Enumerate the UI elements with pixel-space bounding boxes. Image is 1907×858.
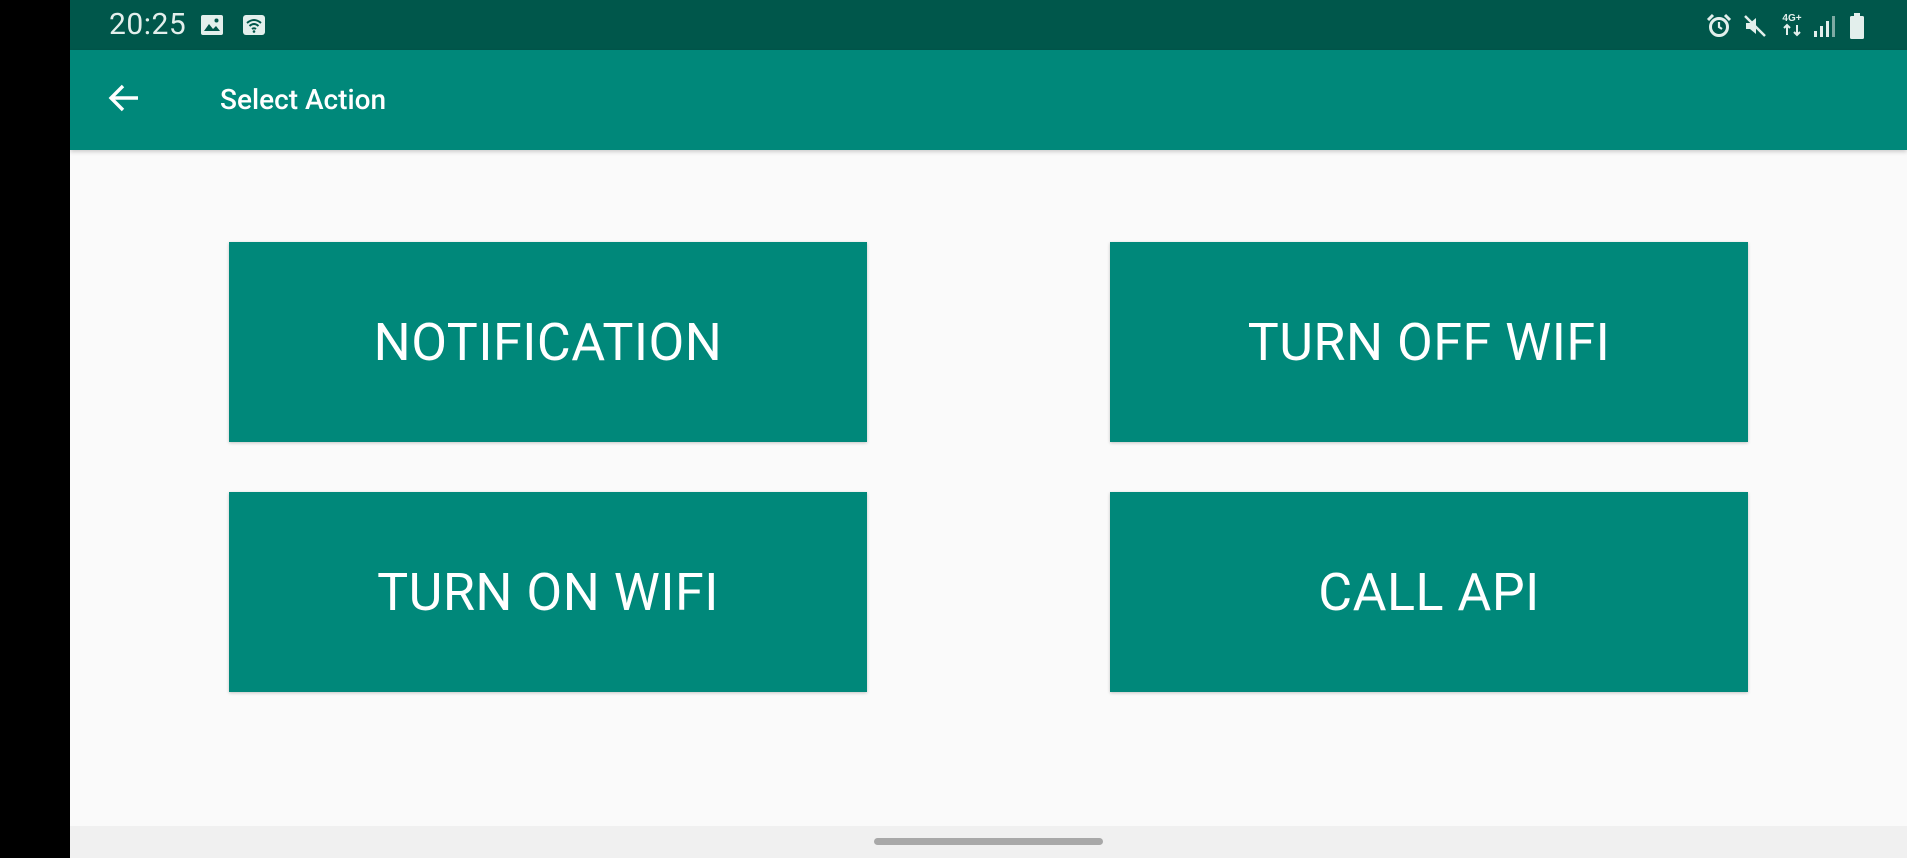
battery-icon	[1848, 13, 1866, 45]
arrow-back-icon	[106, 80, 142, 120]
turn-off-wifi-button[interactable]: TURN OFF WIFI	[1110, 242, 1748, 442]
home-gesture-handle[interactable]	[874, 838, 1103, 845]
display-cutout	[0, 0, 70, 858]
turn-on-wifi-button[interactable]: TURN ON WIFI	[229, 492, 867, 692]
signal-icon	[1812, 13, 1836, 43]
app-bar: Select Action	[70, 50, 1907, 150]
navigation-bar	[70, 826, 1907, 858]
call-api-button[interactable]: CALL API	[1110, 492, 1748, 692]
wifi-icon	[242, 13, 266, 41]
status-bar: 20:25 4G+	[70, 0, 1907, 50]
back-button[interactable]	[100, 76, 148, 124]
image-icon	[200, 13, 224, 41]
mute-icon	[1742, 13, 1768, 43]
action-grid: NOTIFICATION TURN OFF WIFI TURN ON WIFI …	[70, 150, 1907, 825]
notification-button[interactable]: NOTIFICATION	[229, 242, 867, 442]
app-screen: 20:25 4G+ Select Action NOTIFICATION TUR…	[70, 0, 1907, 858]
network-label-text: 4G+	[1782, 13, 1801, 24]
alarm-icon	[1706, 13, 1732, 43]
network-4g-icon: 4G+	[1778, 11, 1806, 43]
page-title: Select Action	[220, 83, 387, 116]
status-time: 20:25	[109, 7, 187, 42]
